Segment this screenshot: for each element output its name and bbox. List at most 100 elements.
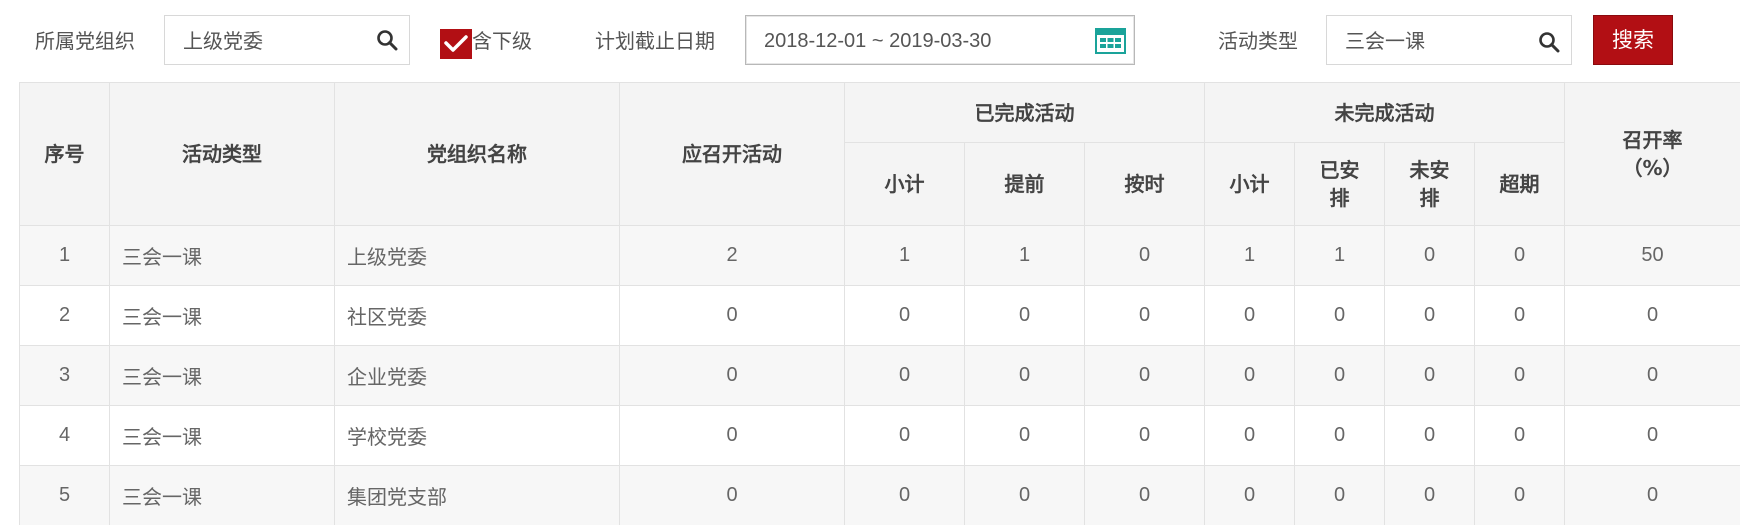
cell-incomplete-overdue: 0 xyxy=(1474,225,1566,286)
cell-activity-type: 三会一课 xyxy=(109,345,335,406)
cell-incomplete-scheduled: 0 xyxy=(1294,465,1386,525)
header-incomplete-scheduled-line2: 排 xyxy=(1329,186,1350,210)
cell-completed-subtotal: 0 xyxy=(844,345,965,406)
calendar-icon[interactable] xyxy=(1095,28,1126,54)
cell-completed-ontime: 0 xyxy=(1083,225,1206,286)
org-filter-value: 上级党委 xyxy=(183,29,263,53)
header-rate-label: 召开率 xyxy=(1622,128,1683,152)
cell-completed-ontime: 0 xyxy=(1083,405,1206,466)
cell-incomplete-overdue: 0 xyxy=(1474,285,1566,346)
cell-org-name: 企业党委 xyxy=(334,345,620,406)
header-completed-activities: 已完成活动 xyxy=(843,82,1206,143)
cell-completed-early: 0 xyxy=(964,345,1085,406)
cell-completed-subtotal: 1 xyxy=(844,225,965,286)
cell-completed-ontime: 0 xyxy=(1083,345,1206,406)
table-row[interactable]: 1 三会一课 上级党委 2 1 1 0 1 1 0 0 50 xyxy=(19,225,1740,286)
cell-org-name: 上级党委 xyxy=(334,225,620,286)
cell-completed-ontime: 0 xyxy=(1083,465,1206,525)
header-index: 序号 xyxy=(19,82,110,226)
header-completed-ontime: 按时 xyxy=(1083,142,1206,226)
cell-planned: 0 xyxy=(619,345,845,406)
org-filter-input[interactable]: 上级党委 xyxy=(164,15,410,65)
cell-incomplete-subtotal: 0 xyxy=(1204,345,1296,406)
cell-completed-early: 0 xyxy=(964,285,1085,346)
cell-rate: 0 xyxy=(1564,345,1740,406)
page: 所属党组织 上级党委 含下级 计划截止日期 2018-12-01 ~ 2019-… xyxy=(0,0,1740,525)
cell-org-name: 社区党委 xyxy=(334,285,620,346)
table-header: 序号 活动类型 党组织名称 应召开活动 已完成活动 未完成活动 召开率 （%） … xyxy=(19,82,1740,226)
table-row[interactable]: 5 三会一课 集团党支部 0 0 0 0 0 0 0 0 0 xyxy=(19,465,1740,525)
org-filter-label: 所属党组织 xyxy=(35,29,135,53)
cell-incomplete-subtotal: 1 xyxy=(1204,225,1296,286)
cell-activity-type: 三会一课 xyxy=(109,285,335,346)
date-filter-label: 计划截止日期 xyxy=(595,29,715,53)
header-rate-unit: （%） xyxy=(1622,156,1683,180)
cell-index: 1 xyxy=(19,225,110,286)
cell-activity-type: 三会一课 xyxy=(109,465,335,525)
cell-org-name: 集团党支部 xyxy=(334,465,620,525)
cell-index: 5 xyxy=(19,465,110,525)
cell-incomplete-unscheduled: 0 xyxy=(1384,405,1476,466)
cell-incomplete-unscheduled: 0 xyxy=(1384,465,1476,525)
cell-incomplete-unscheduled: 0 xyxy=(1384,345,1476,406)
cell-incomplete-scheduled: 0 xyxy=(1294,405,1386,466)
cell-rate: 0 xyxy=(1564,465,1740,525)
cell-incomplete-overdue: 0 xyxy=(1474,465,1566,525)
cell-completed-early: 0 xyxy=(964,465,1085,525)
activity-table-container: 序号 活动类型 党组织名称 应召开活动 已完成活动 未完成活动 召开率 （%） … xyxy=(19,82,1740,525)
search-button[interactable]: 搜索 xyxy=(1593,15,1673,65)
header-incomplete-unscheduled-line2: 排 xyxy=(1419,186,1440,210)
search-icon[interactable] xyxy=(376,29,398,51)
cell-planned: 0 xyxy=(619,405,845,466)
table-row[interactable]: 3 三会一课 企业党委 0 0 0 0 0 0 0 0 0 xyxy=(19,345,1740,406)
include-sub-checkbox[interactable] xyxy=(440,29,472,59)
include-sub-label: 含下级 xyxy=(472,29,532,53)
cell-incomplete-subtotal: 0 xyxy=(1204,465,1296,525)
cell-completed-early: 0 xyxy=(964,405,1085,466)
header-incomplete-scheduled: 已安 排 xyxy=(1294,142,1386,226)
cell-planned: 0 xyxy=(619,465,845,525)
table-body: 1 三会一课 上级党委 2 1 1 0 1 1 0 0 50 2 三会一课 社区… xyxy=(19,225,1740,525)
filter-bar: 所属党组织 上级党委 含下级 计划截止日期 2018-12-01 ~ 2019-… xyxy=(0,0,1740,82)
date-range-value: 2018-12-01 ~ 2019-03-30 xyxy=(764,30,992,52)
activity-statistics-table: 序号 活动类型 党组织名称 应召开活动 已完成活动 未完成活动 召开率 （%） … xyxy=(19,82,1740,525)
header-rate: 召开率 （%） xyxy=(1564,82,1740,226)
header-incomplete-overdue: 超期 xyxy=(1474,142,1566,226)
cell-completed-early: 1 xyxy=(964,225,1085,286)
cell-incomplete-subtotal: 0 xyxy=(1204,285,1296,346)
cell-incomplete-overdue: 0 xyxy=(1474,345,1566,406)
cell-incomplete-scheduled: 0 xyxy=(1294,345,1386,406)
cell-rate: 0 xyxy=(1564,405,1740,466)
checkmark-icon xyxy=(444,35,468,52)
header-planned-activities: 应召开活动 xyxy=(619,82,845,226)
cell-incomplete-scheduled: 0 xyxy=(1294,285,1386,346)
cell-completed-subtotal: 0 xyxy=(844,405,965,466)
header-incomplete-unscheduled: 未安 排 xyxy=(1384,142,1476,226)
cell-activity-type: 三会一课 xyxy=(109,405,335,466)
cell-completed-subtotal: 0 xyxy=(844,285,965,346)
header-incomplete-scheduled-line1: 已安 xyxy=(1319,158,1360,182)
date-range-input[interactable]: 2018-12-01 ~ 2019-03-30 xyxy=(745,15,1135,65)
header-incomplete-unscheduled-line1: 未安 xyxy=(1409,158,1450,182)
cell-incomplete-scheduled: 1 xyxy=(1294,225,1386,286)
header-incomplete-subtotal: 小计 xyxy=(1204,142,1296,226)
cell-rate: 50 xyxy=(1564,225,1740,286)
cell-planned: 0 xyxy=(619,285,845,346)
cell-incomplete-subtotal: 0 xyxy=(1204,405,1296,466)
type-filter-label: 活动类型 xyxy=(1218,29,1298,53)
cell-index: 3 xyxy=(19,345,110,406)
cell-rate: 0 xyxy=(1564,285,1740,346)
search-icon[interactable] xyxy=(1538,31,1560,53)
header-completed-early: 提前 xyxy=(964,142,1085,226)
cell-completed-ontime: 0 xyxy=(1083,285,1206,346)
table-row[interactable]: 4 三会一课 学校党委 0 0 0 0 0 0 0 0 0 xyxy=(19,405,1740,466)
table-row[interactable]: 2 三会一课 社区党委 0 0 0 0 0 0 0 0 0 xyxy=(19,285,1740,346)
cell-completed-subtotal: 0 xyxy=(844,465,965,525)
cell-activity-type: 三会一课 xyxy=(109,225,335,286)
cell-org-name: 学校党委 xyxy=(334,405,620,466)
header-completed-subtotal: 小计 xyxy=(844,142,965,226)
cell-planned: 2 xyxy=(619,225,845,286)
cell-incomplete-unscheduled: 0 xyxy=(1384,225,1476,286)
type-filter-input[interactable]: 三会一课 xyxy=(1326,15,1572,65)
cell-index: 2 xyxy=(19,285,110,346)
